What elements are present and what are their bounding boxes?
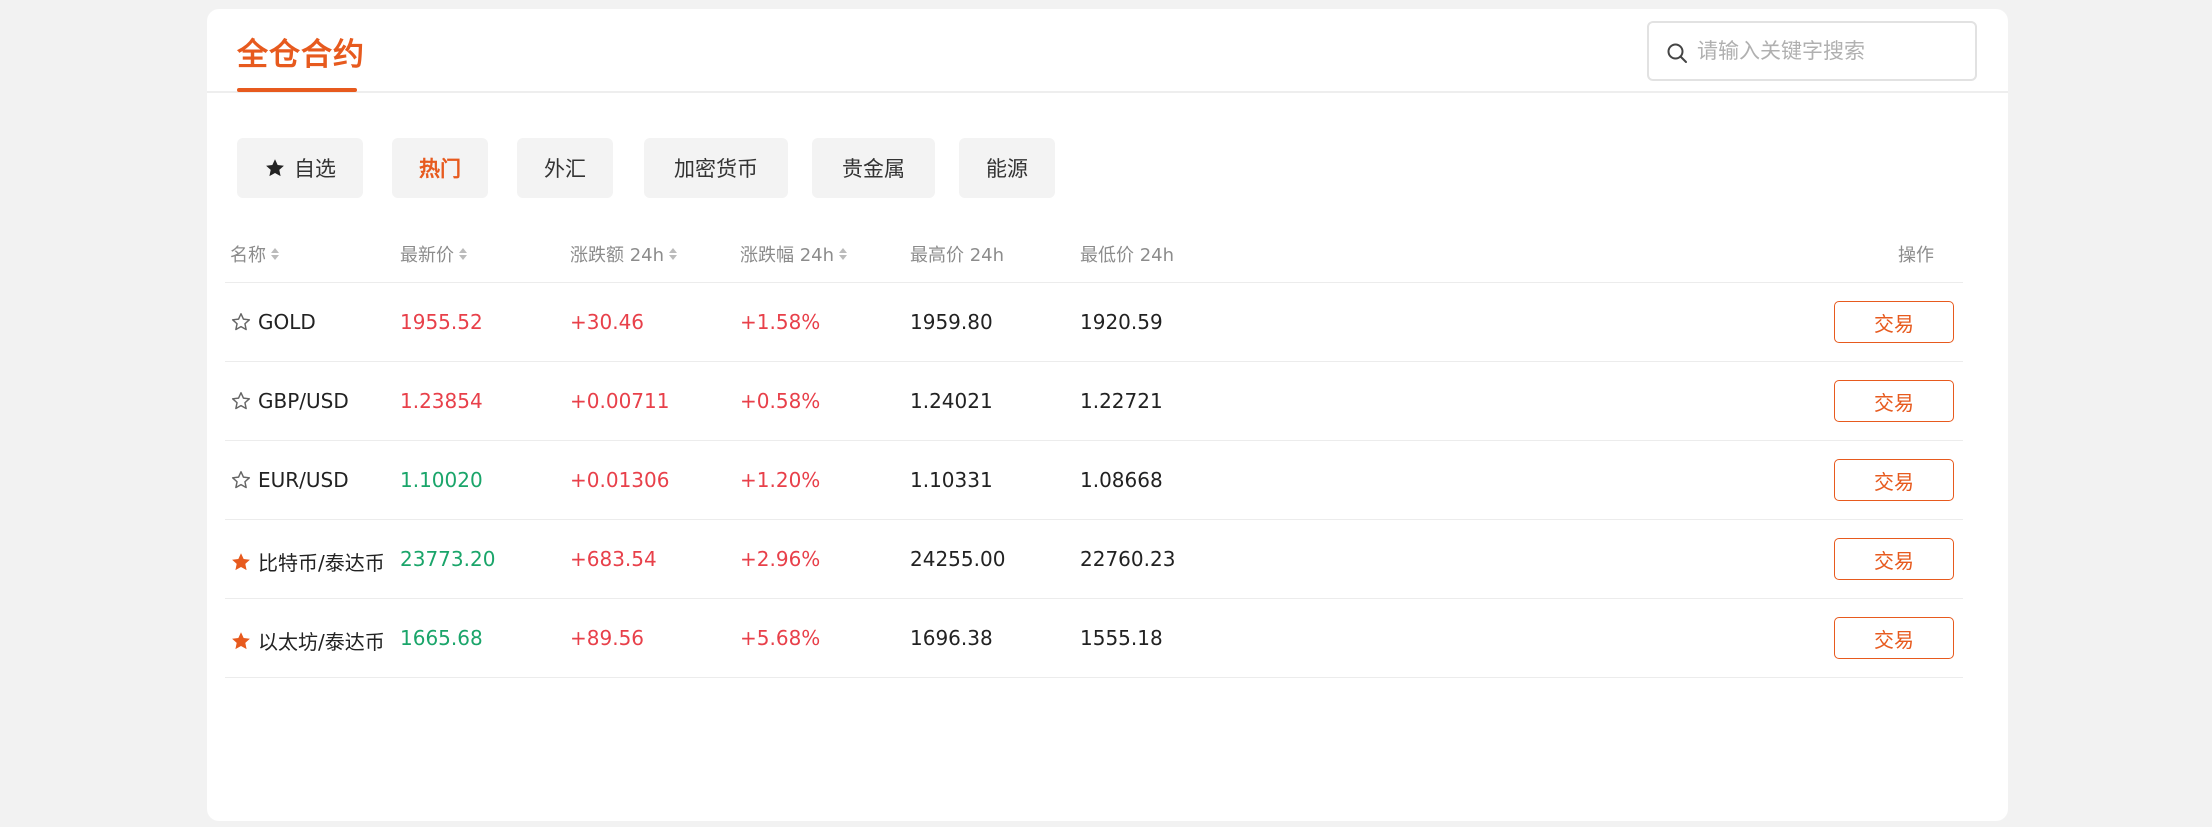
page-title[interactable]: 全仓合约 (237, 29, 365, 74)
change-percent: +1.58% (740, 310, 821, 334)
search-input[interactable] (1697, 23, 1967, 79)
column-change[interactable]: 涨跌额 24h (570, 241, 678, 267)
trade-button[interactable]: 交易 (1834, 538, 1954, 580)
high-price: 1.24021 (910, 389, 993, 413)
column-label: 涨跌额 24h (570, 245, 665, 266)
high-price: 1959.80 (910, 310, 993, 334)
star-outline-icon[interactable] (230, 390, 252, 412)
row-name-cell: GOLD (230, 310, 316, 334)
tab-forex[interactable]: 外汇 (517, 138, 613, 198)
column-low: 最低价 24h (1080, 241, 1174, 267)
last-price: 1.23854 (400, 389, 483, 413)
change-percent: +5.68% (740, 626, 821, 650)
low-price: 1555.18 (1080, 626, 1163, 650)
trade-button[interactable]: 交易 (1834, 301, 1954, 343)
tab-label: 贵金属 (842, 157, 905, 181)
column-high: 最高价 24h (910, 241, 1004, 267)
row-name-cell: 以太坊/泰达币 (230, 626, 385, 655)
symbol-name[interactable]: EUR/USD (258, 468, 349, 492)
star-filled-icon[interactable] (230, 630, 252, 652)
search-box[interactable] (1647, 21, 1977, 81)
search-icon (1667, 43, 1687, 63)
change-percent: +1.20% (740, 468, 821, 492)
high-price: 1.10331 (910, 468, 993, 492)
column-name[interactable]: 名称 (230, 241, 280, 267)
high-price: 1696.38 (910, 626, 993, 650)
symbol-name[interactable]: 以太坊/泰达币 (258, 626, 385, 655)
last-price: 1665.68 (400, 626, 483, 650)
table-row: 比特币/泰达币 23773.20 +683.54 +2.96% 24255.00… (225, 520, 1963, 599)
trade-button[interactable]: 交易 (1834, 380, 1954, 422)
trade-button[interactable]: 交易 (1834, 617, 1954, 659)
star-outline-icon[interactable] (230, 311, 252, 333)
sort-icon (271, 248, 279, 260)
high-price: 24255.00 (910, 547, 1006, 571)
trade-button[interactable]: 交易 (1834, 459, 1954, 501)
column-label: 操作 (1898, 245, 1934, 266)
change-percent: +2.96% (740, 547, 821, 571)
table-row: 以太坊/泰达币 1665.68 +89.56 +5.68% 1696.38 15… (225, 599, 1963, 678)
tab-label: 外汇 (544, 157, 586, 181)
star-outline-icon[interactable] (230, 469, 252, 491)
column-label: 最低价 24h (1080, 245, 1175, 266)
sort-icon (459, 248, 467, 260)
column-label: 最新价 (400, 245, 454, 266)
star-filled-icon (266, 159, 284, 177)
last-price: 1.10020 (400, 468, 483, 492)
row-name-cell: EUR/USD (230, 468, 349, 492)
contracts-panel: 全仓合约 自选 热门 外汇 加密货币 贵金属 能源 名称 (207, 9, 2008, 821)
change-value: +0.01306 (570, 468, 670, 492)
tab-precious-metals[interactable]: 贵金属 (812, 138, 935, 198)
table-row: EUR/USD 1.10020 +0.01306 +1.20% 1.10331 … (225, 441, 1963, 520)
change-percent: +0.58% (740, 389, 821, 413)
tab-label: 热门 (419, 157, 461, 181)
tab-label: 自选 (294, 157, 336, 181)
sort-icon (669, 248, 678, 260)
sort-icon (839, 248, 848, 260)
title-active-indicator (237, 88, 357, 92)
column-label: 涨跌幅 24h (740, 245, 835, 266)
change-value: +30.46 (570, 310, 645, 334)
row-name-cell: 比特币/泰达币 (230, 547, 385, 576)
star-filled-icon[interactable] (230, 551, 252, 573)
header-bar: 全仓合约 (207, 9, 2008, 93)
tab-energy[interactable]: 能源 (959, 138, 1055, 198)
tab-favorites[interactable]: 自选 (237, 138, 363, 198)
contracts-table: 名称 最新价 涨跌额 24h 涨跌幅 24h 最高价 24h 最低价 24h 操… (225, 219, 1963, 678)
column-action: 操作 (1898, 241, 1934, 267)
low-price: 22760.23 (1080, 547, 1176, 571)
last-price: 1955.52 (400, 310, 483, 334)
table-row: GBP/USD 1.23854 +0.00711 +0.58% 1.24021 … (225, 362, 1963, 441)
change-value: +89.56 (570, 626, 645, 650)
table-row: GOLD 1955.52 +30.46 +1.58% 1959.80 1920.… (225, 283, 1963, 362)
change-value: +0.00711 (570, 389, 670, 413)
table-header: 名称 最新价 涨跌额 24h 涨跌幅 24h 最高价 24h 最低价 24h 操… (225, 219, 1963, 283)
low-price: 1.22721 (1080, 389, 1163, 413)
column-change-pct[interactable]: 涨跌幅 24h (740, 241, 848, 267)
symbol-name[interactable]: GBP/USD (258, 389, 349, 413)
row-name-cell: GBP/USD (230, 389, 349, 413)
symbol-name[interactable]: 比特币/泰达币 (258, 547, 385, 576)
low-price: 1920.59 (1080, 310, 1163, 334)
low-price: 1.08668 (1080, 468, 1163, 492)
tab-label: 加密货币 (674, 157, 758, 181)
symbol-name[interactable]: GOLD (258, 310, 316, 334)
last-price: 23773.20 (400, 547, 496, 571)
change-value: +683.54 (570, 547, 657, 571)
tab-hot[interactable]: 热门 (392, 138, 488, 198)
tab-label: 能源 (986, 157, 1028, 181)
tab-crypto[interactable]: 加密货币 (644, 138, 788, 198)
column-label: 最高价 24h (910, 245, 1005, 266)
column-label: 名称 (230, 245, 266, 266)
column-last-price[interactable]: 最新价 (400, 241, 468, 267)
